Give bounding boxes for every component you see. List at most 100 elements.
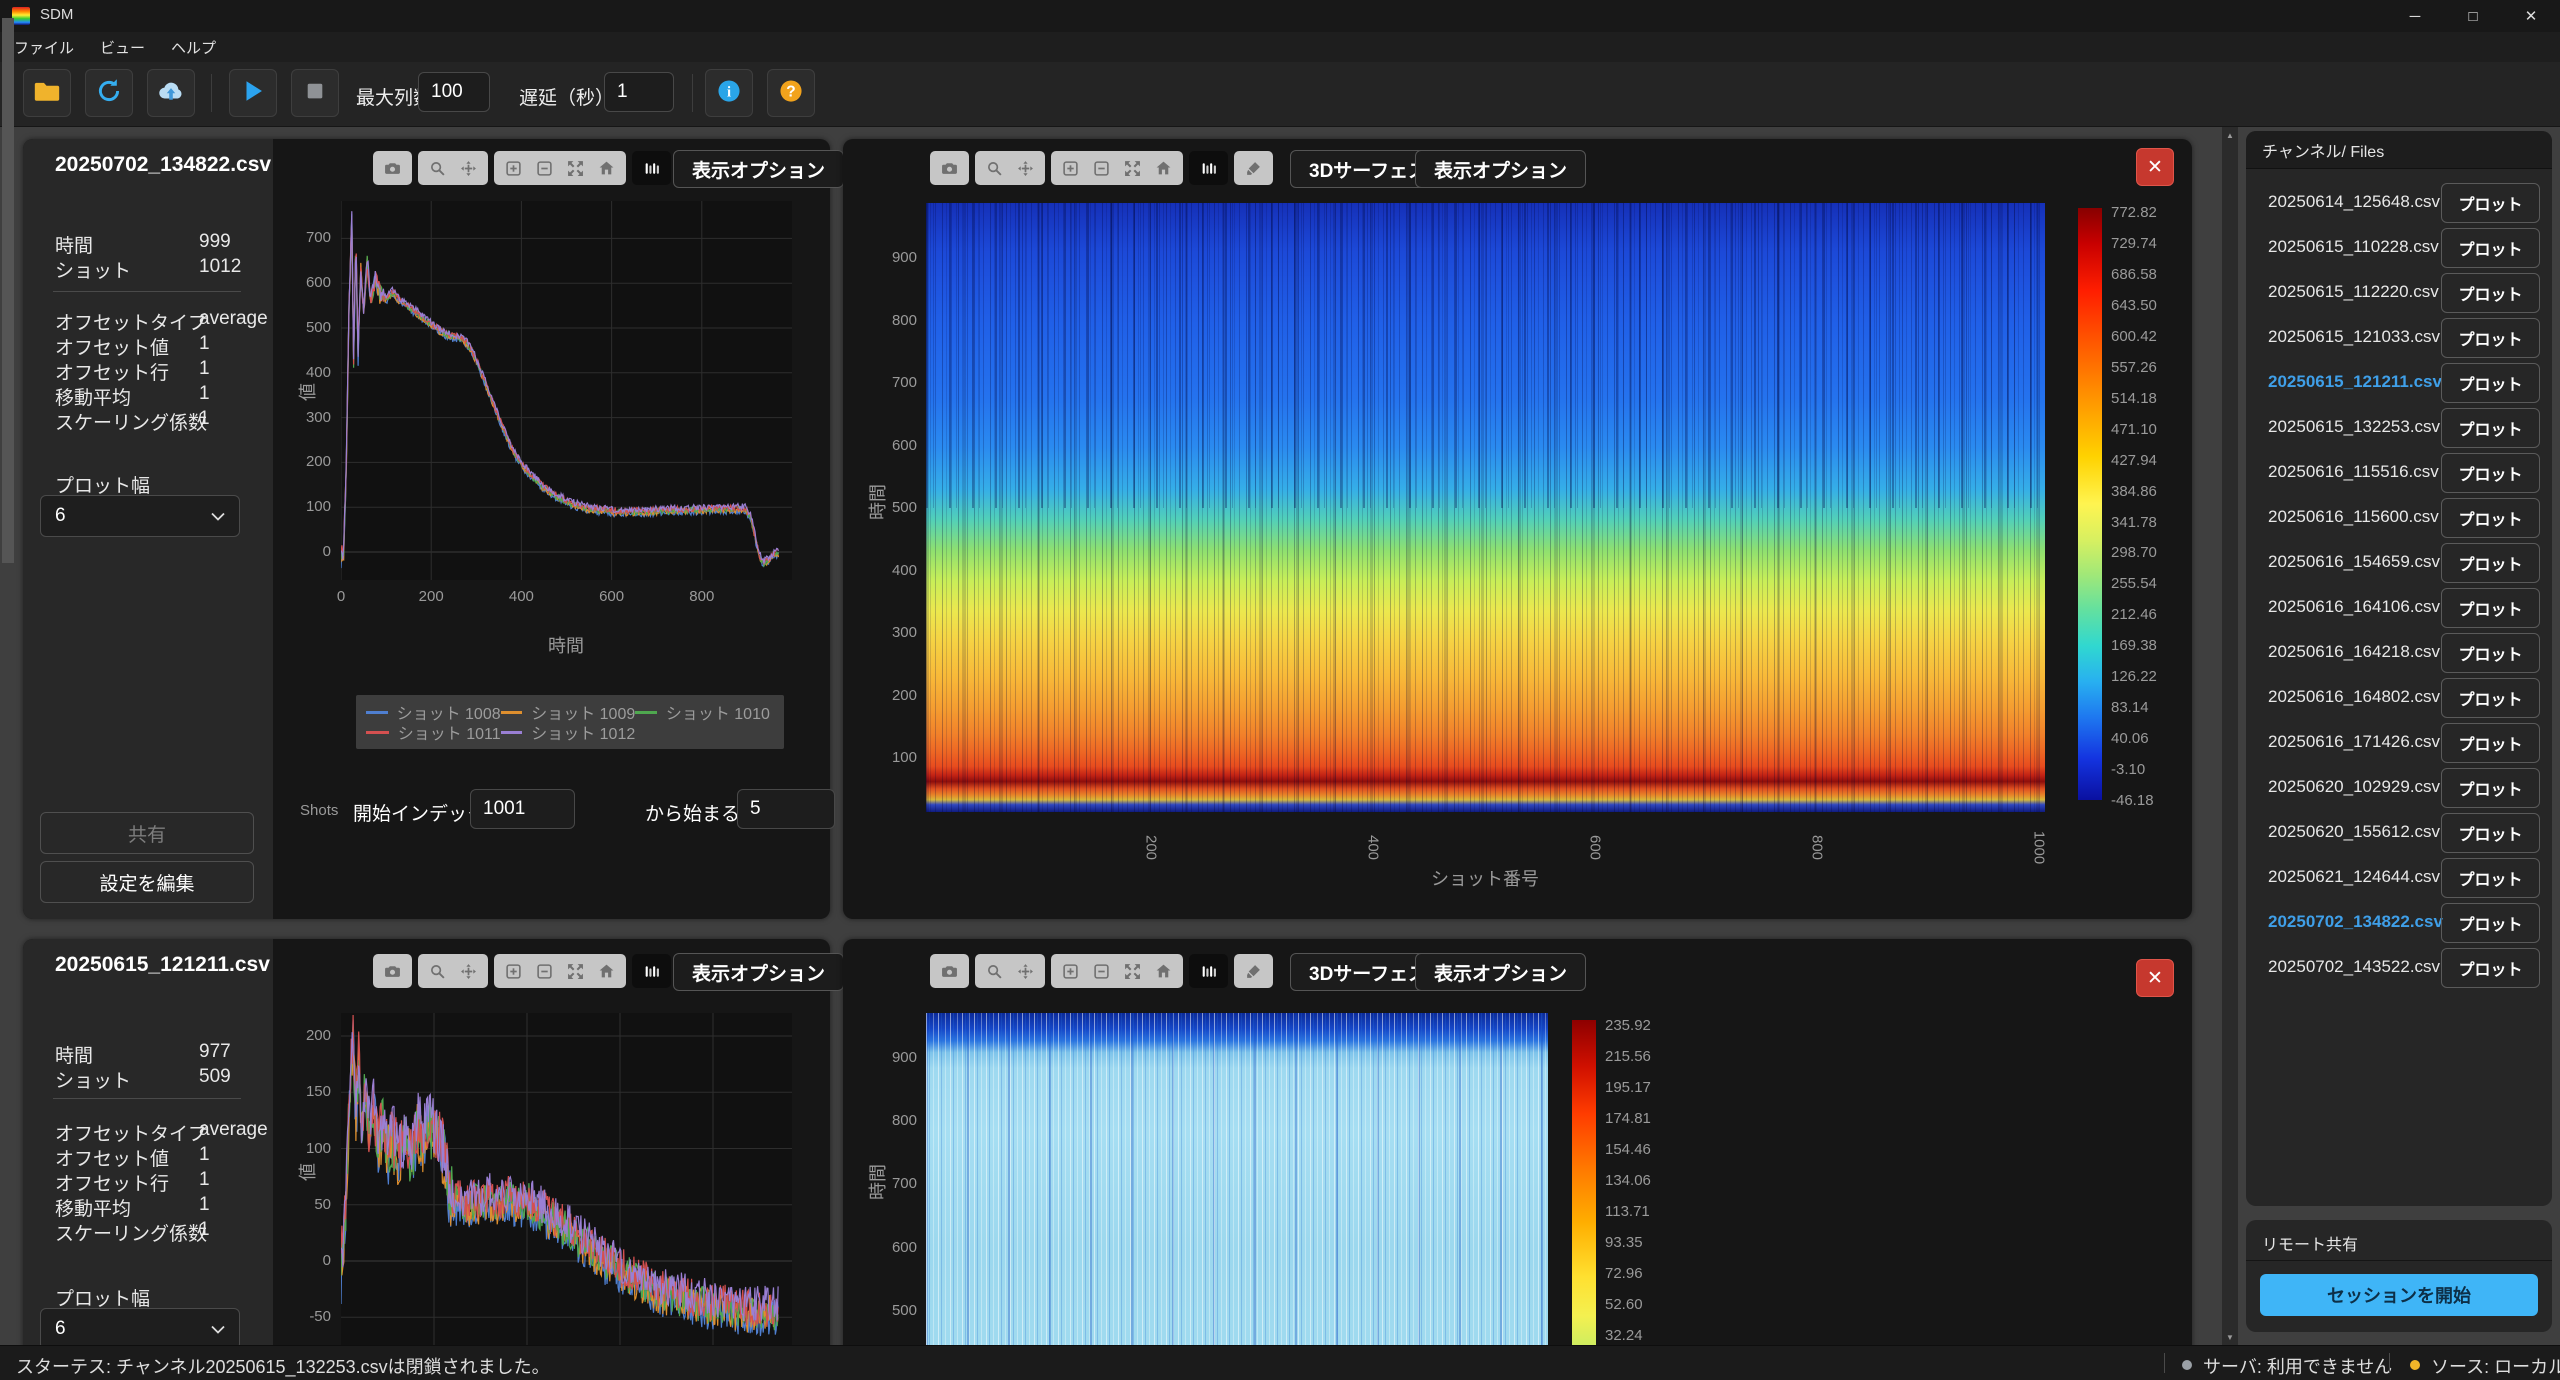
svg-text:i: i (727, 84, 731, 100)
plot-button[interactable]: プロット (2441, 318, 2540, 358)
home-icon[interactable] (1148, 956, 1179, 986)
max-columns-input[interactable] (418, 72, 490, 112)
autoscale-icon[interactable] (560, 956, 591, 986)
zoom-in-icon[interactable] (498, 153, 529, 183)
plot-button[interactable]: プロット (2441, 813, 2540, 853)
plot-button[interactable]: プロット (2441, 498, 2540, 538)
pan-icon[interactable] (453, 956, 484, 986)
plot-button[interactable]: プロット (2441, 183, 2540, 223)
plot-button[interactable]: プロット (2441, 678, 2540, 718)
plot-button[interactable]: プロット (2441, 858, 2540, 898)
display-options-button[interactable]: 表示オプション (673, 150, 844, 188)
zoom-in-icon[interactable] (1055, 956, 1086, 986)
camera-icon[interactable] (377, 956, 408, 986)
plotly-logo-icon[interactable] (1193, 956, 1224, 986)
brush-icon[interactable] (1238, 956, 1269, 986)
camera-icon[interactable] (377, 153, 408, 183)
scroll-up-icon[interactable]: ▲ (2222, 127, 2238, 143)
plot-button[interactable]: プロット (2441, 453, 2540, 493)
brush-icon[interactable] (1238, 153, 1269, 183)
start-session-button[interactable]: セッションを開始 (2260, 1274, 2538, 1316)
display-options-button[interactable]: 表示オプション (673, 953, 844, 991)
pan-icon[interactable] (453, 153, 484, 183)
line-series-1 (341, 225, 779, 566)
plot-button[interactable]: プロット (2441, 723, 2540, 763)
file-row: 20250616_154659.csvプロット (2246, 541, 2552, 583)
shot-value: 509 (199, 1066, 231, 1088)
display-options-button[interactable]: 表示オプション (1415, 953, 1586, 991)
line-chart-1[interactable] (341, 201, 792, 580)
zoom-icon[interactable] (979, 956, 1010, 986)
plot-button[interactable]: プロット (2441, 543, 2540, 583)
delay-input[interactable] (604, 72, 674, 112)
plot-width-select[interactable]: 6 (40, 1308, 240, 1350)
plot-button[interactable]: プロット (2441, 273, 2540, 313)
zoom-icon[interactable] (422, 956, 453, 986)
menu-item-1[interactable]: ビュー (100, 37, 145, 58)
heatmap-2[interactable] (926, 1013, 1548, 1380)
camera-icon[interactable] (934, 956, 965, 986)
close-plot-button[interactable]: ✕ (2136, 959, 2174, 997)
open-folder-button[interactable] (23, 69, 71, 117)
autoscale-icon[interactable] (560, 153, 591, 183)
plot-button[interactable]: プロット (2441, 633, 2540, 673)
plot-button[interactable]: プロット (2441, 408, 2540, 448)
stop-button[interactable] (291, 69, 339, 117)
share-button[interactable]: 共有 (40, 812, 254, 854)
display-options-button[interactable]: 表示オプション (1415, 150, 1586, 188)
scroll-down-icon[interactable]: ▼ (2222, 1329, 2238, 1345)
pan-icon[interactable] (1010, 153, 1041, 183)
vertical-scrollbar[interactable]: ▲ ▼ (2222, 127, 2238, 1345)
plotly-logo-icon[interactable] (1193, 153, 1224, 183)
pan-icon[interactable] (1010, 956, 1041, 986)
line-chart-2[interactable] (341, 1013, 792, 1353)
colorbar (2078, 208, 2102, 800)
scrollbar-thumb[interactable] (2, 18, 14, 563)
info-button[interactable]: i (705, 69, 753, 117)
legend-item[interactable]: ショット 1011 (366, 722, 501, 742)
tick-label: 40.06 (2111, 730, 2149, 747)
chart-legend[interactable]: ショット 1008ショット 1009ショット 1010 ショット 1011ショット… (356, 695, 784, 749)
legend-item[interactable]: ショット 1012 (501, 722, 636, 742)
menu-item-0[interactable]: ファイル (14, 37, 74, 58)
autoscale-icon[interactable] (1117, 153, 1148, 183)
zoom-out-icon[interactable] (1086, 153, 1117, 183)
plot-width-select[interactable]: 6 (40, 495, 240, 537)
maximize-icon[interactable]: □ (2444, 0, 2502, 32)
edit-settings-button[interactable]: 設定を編集 (40, 861, 254, 903)
plot-button[interactable]: プロット (2441, 768, 2540, 808)
plot-button[interactable]: プロット (2441, 363, 2540, 403)
home-icon[interactable] (591, 153, 622, 183)
legend-item[interactable]: ショット 1008 (366, 702, 501, 722)
zoom-icon[interactable] (979, 153, 1010, 183)
play-button[interactable] (229, 69, 277, 117)
home-icon[interactable] (591, 956, 622, 986)
autoscale-icon[interactable] (1117, 956, 1148, 986)
zoom-icon[interactable] (422, 153, 453, 183)
plot-button[interactable]: プロット (2441, 228, 2540, 268)
close-plot-button[interactable]: ✕ (2136, 148, 2174, 186)
zoom-in-icon[interactable] (1055, 153, 1086, 183)
plotly-logo-icon[interactable] (636, 956, 667, 986)
help-button[interactable]: ? (767, 69, 815, 117)
zoom-out-icon[interactable] (1086, 956, 1117, 986)
menu-item-2[interactable]: ヘルプ (171, 37, 216, 58)
minimize-icon[interactable]: ─ (2386, 0, 2444, 32)
zoom-out-icon[interactable] (529, 153, 560, 183)
legend-item[interactable]: ショット 1010 (635, 702, 770, 722)
close-icon[interactable]: ✕ (2502, 0, 2560, 32)
plot-button[interactable]: プロット (2441, 948, 2540, 988)
zoom-out-icon[interactable] (529, 956, 560, 986)
camera-icon[interactable] (934, 153, 965, 183)
refresh-button[interactable] (85, 69, 133, 117)
heatmap-1[interactable] (926, 203, 2045, 812)
zoom-in-icon[interactable] (498, 956, 529, 986)
starts-from-input[interactable] (737, 789, 835, 829)
legend-item[interactable]: ショット 1009 (501, 702, 636, 722)
home-icon[interactable] (1148, 153, 1179, 183)
start-index-input[interactable] (470, 789, 575, 829)
cloud-upload-button[interactable] (147, 69, 195, 117)
plot-button[interactable]: プロット (2441, 588, 2540, 628)
plotly-logo-icon[interactable] (636, 153, 667, 183)
plot-button[interactable]: プロット (2441, 903, 2540, 943)
